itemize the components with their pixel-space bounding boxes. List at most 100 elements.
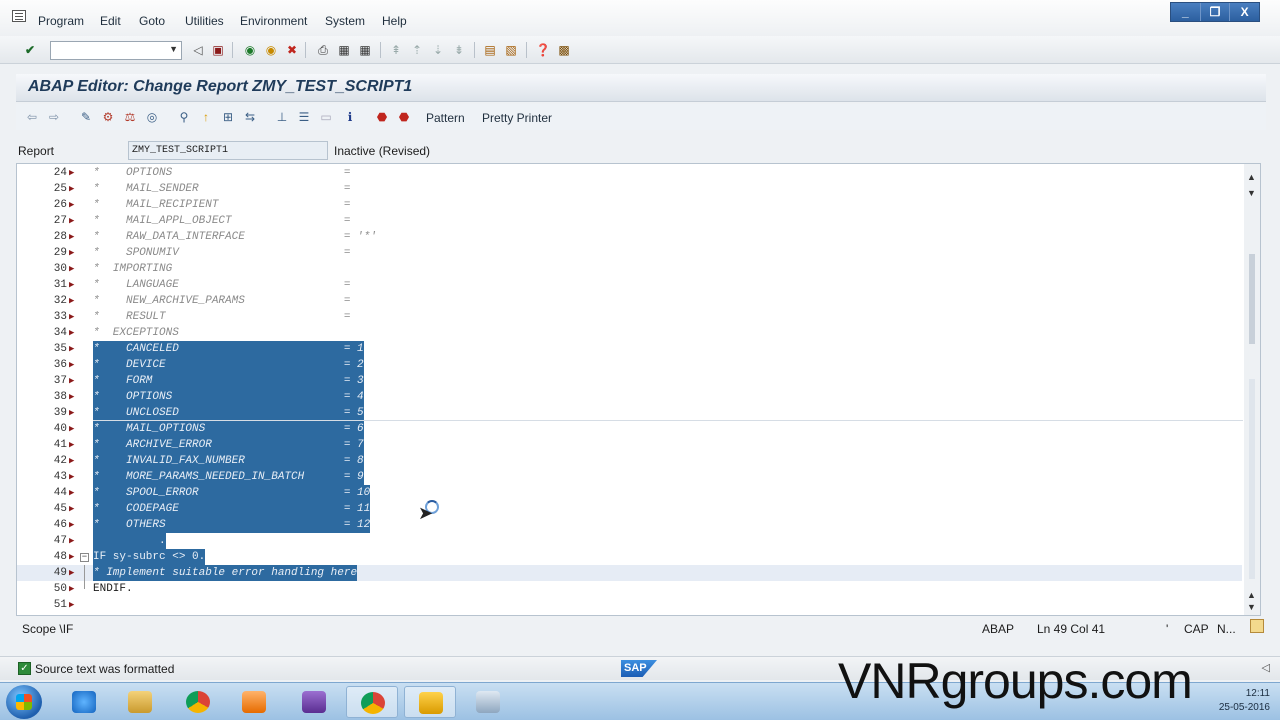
code-line[interactable]: 34 ▶ * EXCEPTIONS — [17, 325, 1242, 341]
previous-page-icon[interactable]: ⇡ — [409, 42, 425, 58]
line-marker-icon: ▶ — [69, 584, 75, 594]
code-line[interactable]: 29 ▶ * SPONUMIV = — [17, 245, 1242, 261]
scroll-down-icon[interactable]: ▼ — [1247, 602, 1256, 612]
code-line[interactable]: 28 ▶ * RAW_DATA_INTERFACE = '*' — [17, 229, 1242, 245]
cancel-icon[interactable]: ✖ — [284, 42, 300, 58]
taskbar-chrome-2[interactable] — [346, 686, 398, 718]
scroll-up-icon[interactable]: ▲ — [1247, 172, 1256, 182]
start-button[interactable] — [6, 685, 42, 719]
menu-edit[interactable]: Edit — [100, 14, 121, 28]
code-line[interactable]: 45 ▶ * CODEPAGE = 11 — [17, 501, 1242, 517]
code-line[interactable]: 35 ▶ * CANCELED = 1 — [17, 341, 1242, 357]
code-line[interactable]: 41 ▶ * ARCHIVE_ERROR = 7 — [17, 437, 1242, 453]
command-field[interactable]: ▼ — [50, 41, 182, 60]
report-name-field[interactable]: ZMY_TEST_SCRIPT1 — [128, 141, 328, 160]
info-icon[interactable]: ℹ — [342, 109, 358, 125]
close-button[interactable]: X — [1230, 3, 1259, 21]
menu-system[interactable]: System — [325, 14, 365, 28]
test-icon[interactable]: ⚲ — [176, 109, 192, 125]
scroll-down-icon[interactable]: ▼ — [1247, 188, 1256, 198]
pretty-printer-button[interactable]: Pretty Printer — [482, 111, 552, 125]
back-arrow-icon[interactable]: ⇦ — [24, 109, 40, 125]
line-marker-icon: ▶ — [69, 392, 75, 402]
display-change-icon[interactable]: ✎ — [78, 109, 94, 125]
first-page-icon[interactable]: ⇞ — [388, 42, 404, 58]
code-editor[interactable]: 24 ▶ * OPTIONS = 25 ▶ * MAIL_SENDER = 26 ▶ * MAI… — [16, 163, 1261, 616]
code-line[interactable]: 51 ▶ — [17, 597, 1242, 613]
taskbar-window[interactable] — [462, 686, 514, 718]
shortcut-icon[interactable]: ▧ — [503, 42, 519, 58]
code-line[interactable]: 48 ▶ − IF sy-subrc <> 0. — [17, 549, 1242, 565]
other-object-icon[interactable]: ⚙ — [100, 109, 116, 125]
code-line[interactable]: 50 ▶ ENDIF. — [17, 581, 1242, 597]
back-icon[interactable]: ◉ — [242, 42, 258, 58]
menu-utilities[interactable]: Utilities — [185, 14, 224, 28]
menu-program[interactable]: Program — [38, 14, 84, 28]
code-line[interactable]: 44 ▶ * SPOOL_ERROR = 10 — [17, 485, 1242, 501]
layout-menu-icon[interactable]: ▩ — [556, 42, 572, 58]
pattern-button[interactable]: Pattern — [426, 111, 465, 125]
settings-icon[interactable] — [1250, 619, 1264, 633]
fold-toggle-icon[interactable]: − — [80, 553, 89, 562]
vertical-scrollbar[interactable]: ▲ ▼ ▲ ▼ — [1244, 164, 1260, 615]
menu-environment[interactable]: Environment — [240, 14, 307, 28]
help-icon[interactable]: ❓ — [535, 42, 551, 58]
check-icon[interactable]: ⚖ — [122, 109, 138, 125]
taskbar-explorer[interactable] — [114, 686, 166, 718]
menu-help[interactable]: Help — [382, 14, 407, 28]
code-line[interactable]: 40 ▶ * MAIL_OPTIONS = 6 — [17, 421, 1242, 437]
save-icon[interactable]: ▣ — [210, 42, 226, 58]
code-line[interactable]: 46 ▶ * OTHERS = 12 — [17, 517, 1242, 533]
code-line[interactable]: 33 ▶ * RESULT = — [17, 309, 1242, 325]
code-line[interactable]: 49 ▶ * Implement suitable error handling h… — [17, 565, 1242, 581]
code-line[interactable]: 38 ▶ * OPTIONS = 4 — [17, 389, 1242, 405]
code-line[interactable]: 36 ▶ * DEVICE = 2 — [17, 357, 1242, 373]
minimize-button[interactable]: _ — [1171, 3, 1201, 21]
find-icon[interactable]: ▦ — [336, 42, 352, 58]
code-line[interactable]: 25 ▶ * MAIL_SENDER = — [17, 181, 1242, 197]
where-used-icon[interactable]: ↑ — [198, 109, 214, 125]
print-icon[interactable]: ⎙ — [315, 42, 331, 58]
set-breakpoint-icon[interactable]: ☰ — [296, 109, 312, 125]
code-line[interactable]: 30 ▶ * IMPORTING — [17, 261, 1242, 277]
code-line[interactable]: 32 ▶ * NEW_ARCHIVE_PARAMS = — [17, 293, 1242, 309]
activate-icon[interactable]: ◎ — [144, 109, 160, 125]
restore-button[interactable]: ❐ — [1201, 3, 1231, 21]
menu-goto[interactable]: Goto — [139, 14, 165, 28]
display-object-icon[interactable]: ▭ — [318, 109, 334, 125]
taskbar-ie[interactable] — [58, 686, 110, 718]
navigation-window-icon[interactable]: ⇆ — [242, 109, 258, 125]
system-tray-clock[interactable]: 12:11 25-05-2016 — [1219, 687, 1270, 715]
code-line[interactable]: 47 ▶ . — [17, 533, 1242, 549]
taskbar-media[interactable] — [228, 686, 280, 718]
find-next-icon[interactable]: ▦ — [357, 42, 373, 58]
back-arrow-icon[interactable]: ◁ — [190, 42, 206, 58]
code-line[interactable]: 24 ▶ * OPTIONS = — [17, 165, 1242, 181]
next-page-icon[interactable]: ⇣ — [430, 42, 446, 58]
taskbar-chrome-1[interactable] — [172, 686, 224, 718]
code-line[interactable]: 39 ▶ * UNCLOSED = 5 — [17, 405, 1242, 421]
code-line[interactable]: 27 ▶ * MAIL_APPL_OBJECT = — [17, 213, 1242, 229]
pretty-printer-icon[interactable]: ⬣ — [396, 109, 412, 125]
hierarchy-icon[interactable]: ⊥ — [274, 109, 290, 125]
exit-icon[interactable]: ◉ — [263, 42, 279, 58]
code-line[interactable]: 37 ▶ * FORM = 3 — [17, 373, 1242, 389]
new-session-icon[interactable]: ▤ — [482, 42, 498, 58]
taskbar-vs[interactable] — [288, 686, 340, 718]
scroll-up-icon[interactable]: ▲ — [1247, 590, 1256, 600]
object-list-icon[interactable]: ⊞ — [220, 109, 236, 125]
code-line[interactable]: 42 ▶ * INVALID_FAX_NUMBER = 8 — [17, 453, 1242, 469]
line-number: 33 — [53, 311, 67, 323]
enter-icon[interactable]: ✔ — [22, 42, 38, 58]
last-page-icon[interactable]: ⇟ — [451, 42, 467, 58]
forward-arrow-icon[interactable]: ⇨ — [46, 109, 62, 125]
code-line[interactable]: 43 ▶ * MORE_PARAMS_NEEDED_IN_BATCH = 9 — [17, 469, 1242, 485]
chevron-down-icon[interactable]: ▼ — [169, 44, 178, 54]
code-line[interactable]: 31 ▶ * LANGUAGE = — [17, 277, 1242, 293]
collapse-arrow-icon[interactable]: ◁ — [1262, 661, 1270, 674]
scrollbar-thumb[interactable] — [1249, 254, 1255, 344]
taskbar-sap-logon[interactable] — [404, 686, 456, 718]
code-line[interactable]: 26 ▶ * MAIL_RECIPIENT = — [17, 197, 1242, 213]
pattern-icon[interactable]: ⬣ — [374, 109, 390, 125]
system-menu-icon[interactable] — [12, 10, 26, 22]
